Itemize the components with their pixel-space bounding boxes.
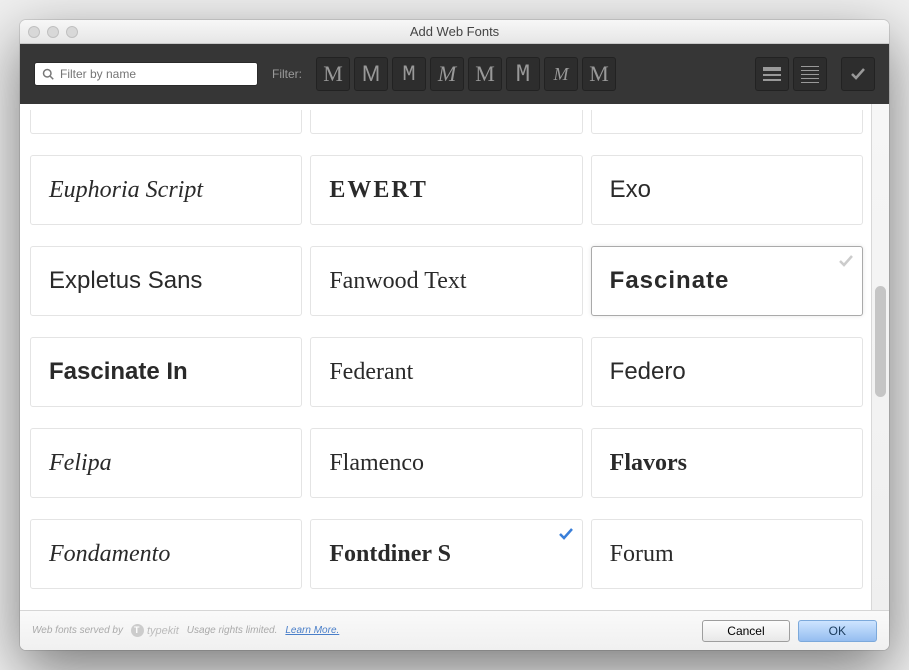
filter-script[interactable]: M xyxy=(430,57,464,91)
window-controls xyxy=(28,26,78,38)
minimize-button[interactable] xyxy=(47,26,59,38)
font-card-federant[interactable]: Federant xyxy=(310,337,582,407)
filter-blackletter[interactable]: M xyxy=(468,57,502,91)
font-name-label: Fascinate xyxy=(610,267,730,295)
footer: Web fonts served by typekit Usage rights… xyxy=(20,610,889,650)
filter-hand[interactable]: M xyxy=(544,57,578,91)
font-card[interactable] xyxy=(30,110,302,134)
style-filters: M M M M M M M M xyxy=(316,57,616,91)
search-icon xyxy=(42,68,54,80)
font-name-label: Fontdiner S xyxy=(329,541,451,568)
font-card-fascinate-inline[interactable]: Fascinate In xyxy=(30,337,302,407)
view-list[interactable] xyxy=(793,57,827,91)
font-grid[interactable]: Euphoria Script EWERT Exo Expletus Sans … xyxy=(20,104,871,610)
search-input[interactable] xyxy=(34,62,258,86)
font-name-label: Federo xyxy=(610,358,686,386)
font-card-fontdiner-swanky[interactable]: Fontdiner S xyxy=(310,519,582,589)
check-icon xyxy=(849,65,867,83)
typekit-logo-icon xyxy=(131,624,144,637)
font-name-label: Exo xyxy=(610,176,651,204)
view-grid[interactable] xyxy=(755,57,789,91)
font-name-label: Fascinate In xyxy=(49,358,188,386)
font-card-flamenco[interactable]: Flamenco xyxy=(310,428,582,498)
learn-more-link[interactable]: Learn More. xyxy=(285,625,339,636)
font-name-label: Fondamento xyxy=(49,541,170,568)
filter-decorative[interactable]: M xyxy=(582,57,616,91)
font-card-felipa[interactable]: Felipa xyxy=(30,428,302,498)
search-wrap xyxy=(34,62,258,86)
scrollbar[interactable] xyxy=(871,104,889,610)
font-name-label: Flavors xyxy=(610,450,687,477)
font-card-forum[interactable]: Forum xyxy=(591,519,863,589)
scroll-thumb[interactable] xyxy=(875,286,886,397)
font-name-label: Expletus Sans xyxy=(49,267,202,295)
zoom-button[interactable] xyxy=(66,26,78,38)
show-selected-toggle[interactable] xyxy=(841,57,875,91)
font-card-fascinate[interactable]: Fascinate xyxy=(591,246,863,316)
font-name-label: Flamenco xyxy=(329,450,424,477)
add-web-fonts-dialog: Add Web Fonts Filter: M M M M M M M M xyxy=(20,20,889,650)
font-name-label: Fanwood Text xyxy=(329,268,466,295)
view-toggle-group xyxy=(755,57,827,91)
checkmark-icon xyxy=(558,526,574,542)
font-card[interactable] xyxy=(591,110,863,134)
close-button[interactable] xyxy=(28,26,40,38)
window-title: Add Web Fonts xyxy=(28,24,881,39)
font-name-label: Felipa xyxy=(49,450,112,477)
font-card-ewert[interactable]: EWERT xyxy=(310,155,582,225)
font-name-label: Federant xyxy=(329,359,413,386)
font-name-label: Forum xyxy=(610,541,674,568)
titlebar: Add Web Fonts xyxy=(20,20,889,44)
filter-mono[interactable]: M xyxy=(506,57,540,91)
font-card-expletus-sans[interactable]: Expletus Sans xyxy=(30,246,302,316)
font-name-label: Euphoria Script xyxy=(49,177,203,204)
font-card-exo[interactable]: Exo xyxy=(591,155,863,225)
font-card-fanwood-text[interactable]: Fanwood Text xyxy=(310,246,582,316)
font-card-fondamento[interactable]: Fondamento xyxy=(30,519,302,589)
font-card[interactable] xyxy=(310,110,582,134)
font-card-euphoria-script[interactable]: Euphoria Script xyxy=(30,155,302,225)
typekit-brand-label: typekit xyxy=(147,625,179,637)
filter-label: Filter: xyxy=(272,67,302,81)
cancel-button[interactable]: Cancel xyxy=(702,620,789,642)
filter-serif[interactable]: M xyxy=(316,57,350,91)
font-name-label: EWERT xyxy=(329,177,428,204)
font-card-federo[interactable]: Federo xyxy=(591,337,863,407)
font-card-flavors[interactable]: Flavors xyxy=(591,428,863,498)
toolbar: Filter: M M M M M M M M xyxy=(20,44,889,104)
filter-slab[interactable]: M xyxy=(392,57,426,91)
content: Euphoria Script EWERT Exo Expletus Sans … xyxy=(20,104,889,610)
usage-rights-label: Usage rights limited. xyxy=(187,625,278,636)
filter-sans[interactable]: M xyxy=(354,57,388,91)
typekit-badge: typekit xyxy=(131,624,179,637)
served-by-label: Web fonts served by xyxy=(32,625,123,636)
ok-button[interactable]: OK xyxy=(798,620,877,642)
checkmark-icon xyxy=(838,253,854,269)
